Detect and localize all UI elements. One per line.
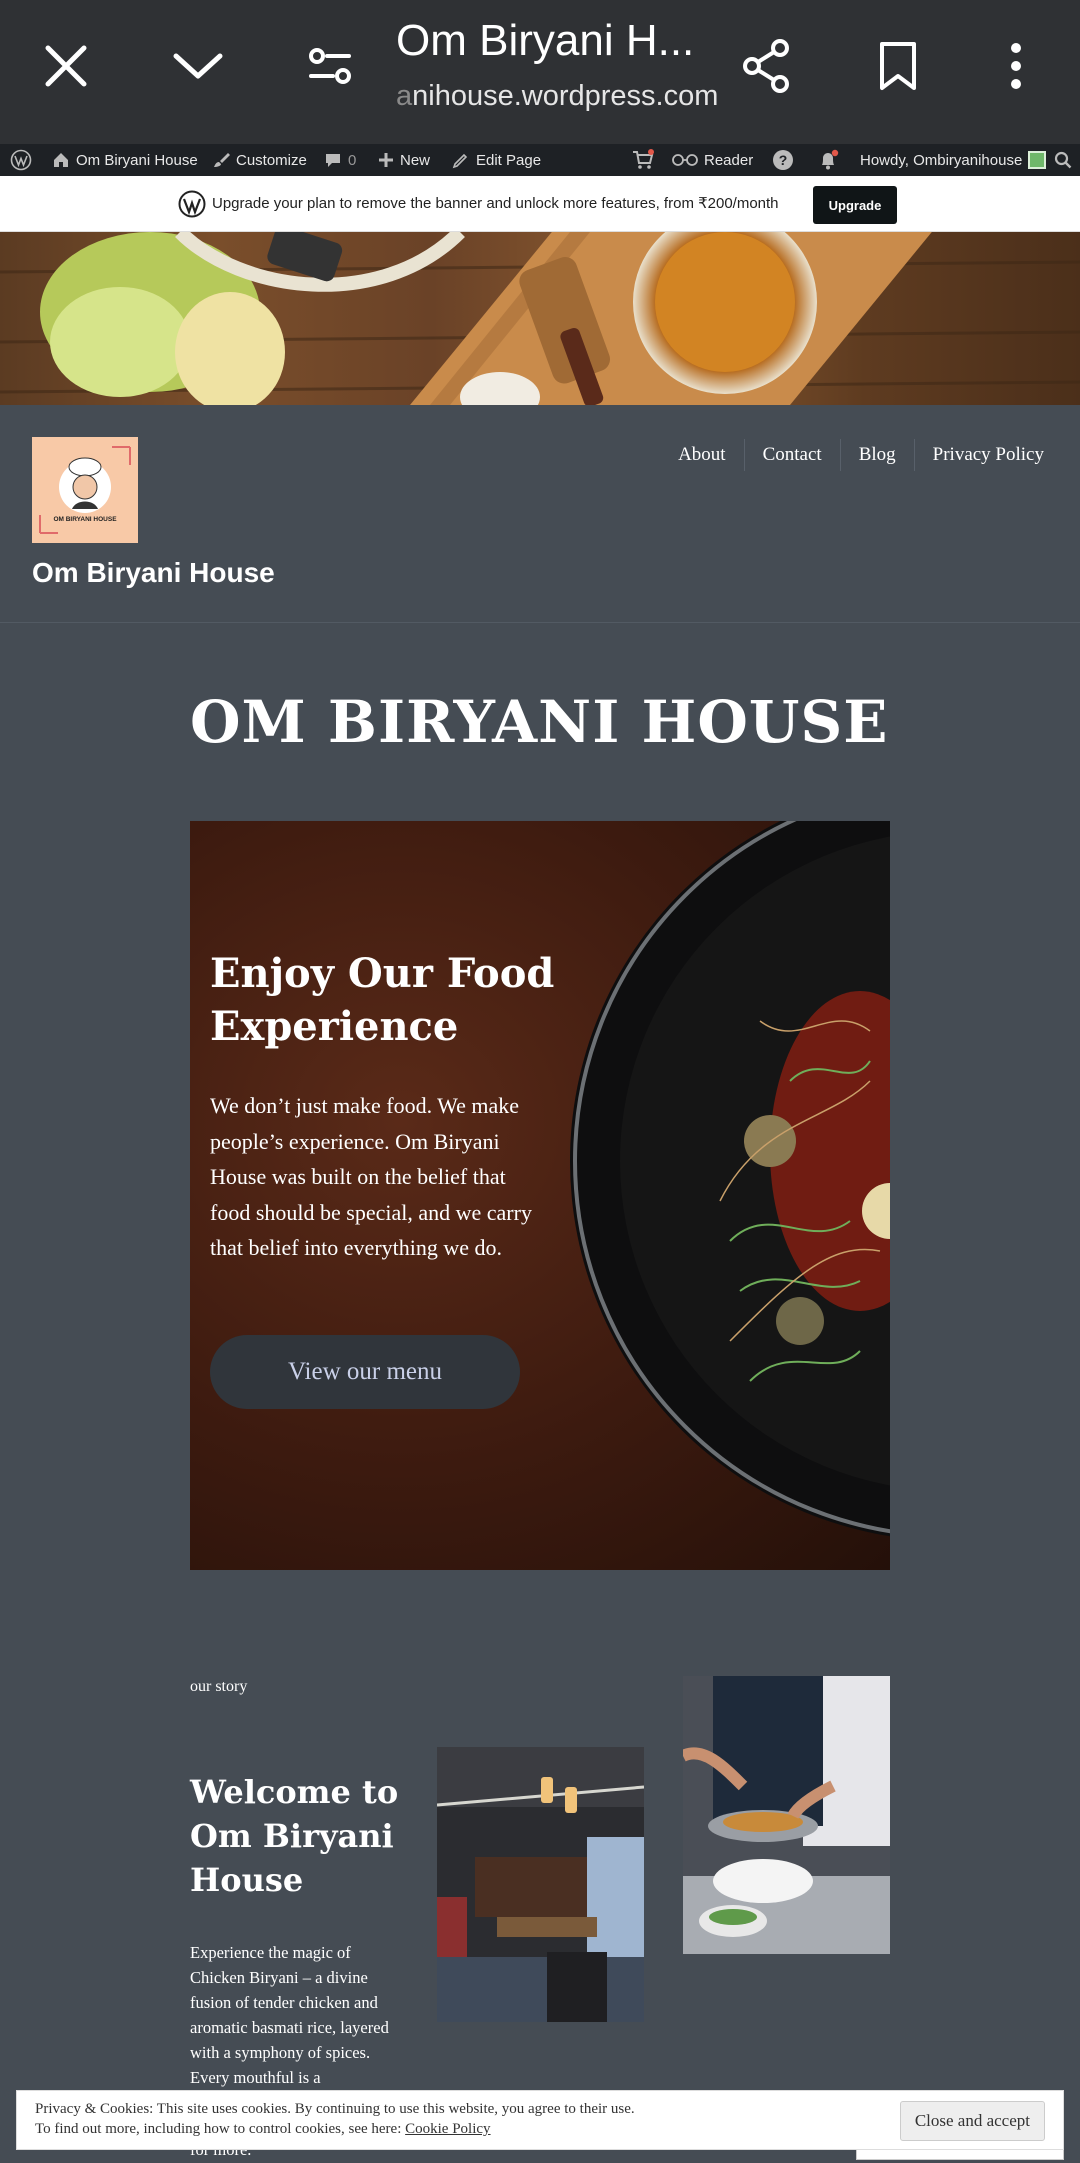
close-and-accept-button[interactable]: Close and accept (899, 2101, 1045, 2141)
pencil-icon (452, 153, 468, 169)
share-button[interactable] (736, 36, 796, 96)
share-icon (743, 39, 789, 93)
bookmark-button[interactable] (868, 36, 928, 96)
view-menu-button[interactable]: View our menu (210, 1335, 520, 1409)
logo-text: OM BIRYANI HOUSE (53, 516, 117, 523)
search-icon (1054, 151, 1072, 169)
svg-text:?: ? (779, 152, 788, 168)
chevron-down-icon (173, 53, 223, 79)
home-icon (54, 153, 68, 167)
plus-icon (379, 153, 393, 167)
avatar (1028, 151, 1047, 169)
reader-link[interactable]: Reader (672, 144, 753, 176)
cookie-bar-edge (856, 2150, 1064, 2160)
bookmark-icon (880, 42, 916, 90)
chef-logo-image: OM BIRYANI HOUSE (39, 446, 131, 534)
nav-about[interactable]: About (660, 439, 744, 471)
upgrade-banner: Upgrade your plan to remove the banner a… (0, 176, 1080, 232)
minimize-button[interactable] (168, 36, 228, 96)
help-button[interactable]: ? (772, 144, 794, 176)
chef-cooking-photo (683, 1676, 890, 1954)
comments-count: 0 (348, 151, 357, 169)
site-title[interactable]: Om Biryani House (32, 557, 275, 589)
cover-block: Enjoy Our Food Experience We don’t just … (190, 821, 890, 1570)
wordpress-icon (178, 190, 206, 218)
wordpress-icon (10, 149, 32, 171)
page-tab-title[interactable]: Om Biryani H... (396, 16, 694, 66)
reader-icon (672, 154, 698, 166)
site-link[interactable]: Om Biryani House (52, 144, 198, 176)
cart-button[interactable] (632, 144, 654, 176)
comments-link[interactable]: 0 (324, 144, 356, 176)
cover-heading: Enjoy Our Food Experience (210, 950, 555, 1050)
header-image (0, 232, 1080, 405)
nav-contact[interactable]: Contact (743, 439, 840, 471)
cookie-policy-link[interactable]: Cookie Policy (405, 2121, 490, 2137)
account-menu[interactable]: Howdy, Ombiryanihouse (860, 144, 1047, 176)
site-settings-button[interactable] (300, 36, 360, 96)
more-vert-icon (1011, 43, 1021, 89)
customize-label: Customize (236, 151, 307, 169)
page-title: OM BIRYANI HOUSE (190, 688, 889, 756)
url-rest: nihouse.wordpress.com (412, 80, 719, 112)
url-text[interactable]: anihouse.wordpress.com (396, 80, 718, 113)
wp-menu-button[interactable] (10, 144, 32, 176)
cookie-text: Privacy & Cookies: This site uses cookie… (35, 2099, 725, 2139)
comment-icon (326, 154, 340, 167)
primary-nav: About Contact Blog Privacy Policy (660, 439, 1062, 471)
close-icon (45, 45, 87, 87)
browser-toolbar: Om Biryani H... anihouse.wordpress.com (0, 0, 1080, 144)
story-title: Welcome to Om Biryani House (190, 1773, 399, 1899)
food-photo (0, 232, 1080, 405)
edit-page-link[interactable]: Edit Page (452, 144, 541, 176)
new-content-button[interactable]: New (378, 144, 430, 176)
site-logo[interactable]: OM BIRYANI HOUSE (32, 437, 138, 543)
site-link-label: Om Biryani House (76, 151, 198, 169)
help-icon: ? (773, 150, 793, 170)
nav-blog[interactable]: Blog (839, 439, 914, 471)
restaurant-interior-photo (437, 1747, 644, 2022)
brush-icon (214, 153, 230, 167)
cookie-line-1: Privacy & Cookies: This site uses cookie… (35, 2101, 635, 2117)
cookie-line-2-text: To find out more, including how to contr… (35, 2121, 402, 2137)
upgrade-button[interactable]: Upgrade (813, 186, 897, 224)
customize-link[interactable]: Customize (212, 144, 307, 176)
banner-message: Upgrade your plan to remove the banner a… (212, 195, 779, 212)
adminbar-search-button[interactable] (1054, 144, 1072, 176)
story-text: Experience the magic of Chicken Biryani … (190, 1943, 389, 2087)
url-prefix: a (396, 80, 413, 112)
howdy-label: Howdy, Ombiryanihouse (860, 151, 1023, 169)
plate-photo (570, 821, 890, 1537)
cover-text: We don’t just make food. We make people’… (210, 1093, 532, 1260)
tune-icon (309, 48, 351, 84)
cookie-notice: Privacy & Cookies: This site uses cookie… (16, 2090, 1064, 2150)
story-kicker: our story (190, 1678, 248, 1695)
bell-icon (822, 149, 839, 170)
wp-admin-bar: Om Biryani House Customize 0 New Edit Pa… (0, 144, 1080, 176)
notifications-button[interactable] (818, 144, 840, 176)
site-header: OM BIRYANI HOUSE Om Biryani House About … (0, 405, 1080, 623)
edit-page-label: Edit Page (476, 151, 542, 169)
new-label: New (400, 151, 431, 169)
reader-label: Reader (704, 151, 754, 169)
more-options-button[interactable] (986, 36, 1046, 96)
nav-privacy-policy[interactable]: Privacy Policy (913, 439, 1062, 471)
cart-icon (633, 149, 654, 169)
close-tab-button[interactable] (36, 36, 96, 96)
cookie-line-2: To find out more, including how to contr… (35, 2119, 725, 2139)
